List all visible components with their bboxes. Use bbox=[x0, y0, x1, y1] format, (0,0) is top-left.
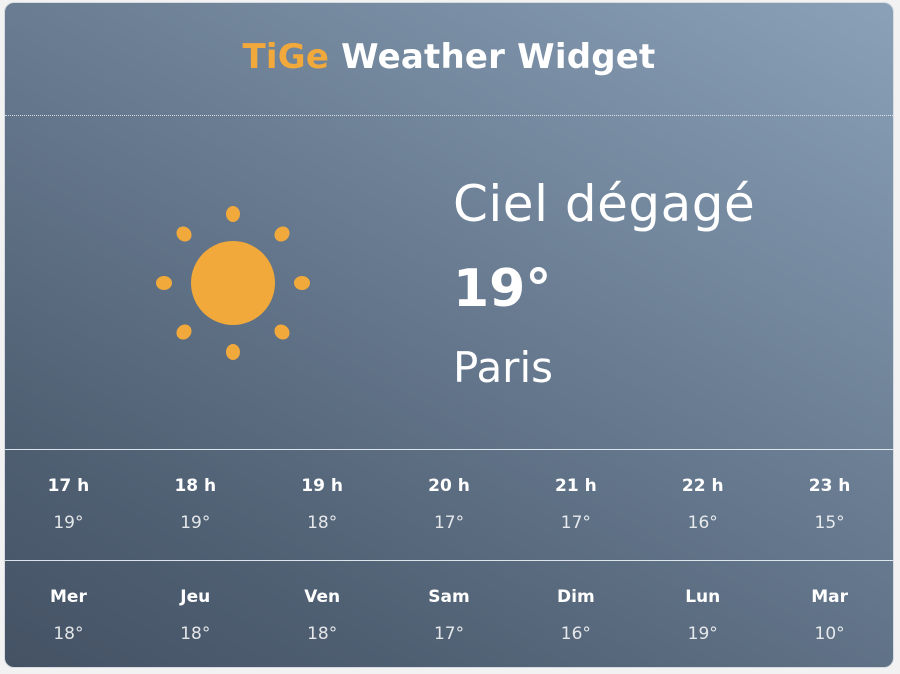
hour-label: 18 h bbox=[174, 476, 217, 496]
day-temp: 18° bbox=[53, 624, 84, 644]
hourly-item: 20 h 17° bbox=[386, 450, 513, 560]
day-label: Sam bbox=[428, 587, 470, 607]
hour-temp: 18° bbox=[307, 513, 338, 533]
hourly-item: 19 h 18° bbox=[259, 450, 386, 560]
hourly-item: 22 h 16° bbox=[639, 450, 766, 560]
hourly-item: 17 h 19° bbox=[5, 450, 132, 560]
city-name: Paris bbox=[453, 343, 553, 392]
daily-item: Ven 18° bbox=[259, 561, 386, 667]
day-temp: 19° bbox=[687, 624, 718, 644]
daily-item: Lun 19° bbox=[639, 561, 766, 667]
weather-condition: Ciel dégagé bbox=[453, 175, 756, 233]
hour-temp: 17° bbox=[433, 513, 465, 533]
day-temp: 16° bbox=[560, 624, 591, 644]
daily-item: Mer 18° bbox=[5, 561, 132, 667]
hourly-item: 23 h 15° bbox=[766, 450, 893, 560]
daily-item: Jeu 18° bbox=[132, 561, 259, 667]
daily-item: Sam 17° bbox=[386, 561, 513, 667]
widget-title-text: Weather Widget bbox=[341, 37, 656, 77]
hourly-forecast: 17 h 19° 18 h 19° 19 h 18° 20 h 17° 21 h… bbox=[5, 450, 893, 560]
day-temp: 17° bbox=[433, 624, 465, 644]
daily-forecast: Mer 18° Jeu 18° Ven 18° Sam 17° Dim 16° … bbox=[5, 561, 893, 667]
hour-temp: 17° bbox=[560, 513, 591, 533]
current-temperature: 19° bbox=[453, 259, 552, 319]
sun-icon bbox=[148, 198, 318, 368]
brand-name: TiGe bbox=[242, 37, 330, 77]
widget-header: TiGe Weather Widget bbox=[5, 3, 893, 116]
day-label: Mer bbox=[50, 587, 87, 607]
day-temp: 10° bbox=[814, 624, 845, 644]
day-label: Mar bbox=[811, 587, 848, 607]
day-temp: 18° bbox=[307, 624, 338, 644]
hour-label: 23 h bbox=[808, 476, 851, 496]
weather-widget: TiGe Weather Widget Ciel dégagé 19° Pari… bbox=[4, 2, 894, 668]
hourly-item: 18 h 19° bbox=[132, 450, 259, 560]
hour-temp: 16° bbox=[687, 513, 718, 533]
daily-item: Mar 10° bbox=[766, 561, 893, 667]
day-label: Jeu bbox=[180, 587, 211, 607]
hour-temp: 19° bbox=[53, 513, 84, 533]
day-temp: 18° bbox=[180, 624, 211, 644]
hour-label: 21 h bbox=[555, 476, 597, 496]
hour-label: 20 h bbox=[428, 476, 470, 496]
hourly-item: 21 h 17° bbox=[512, 450, 639, 560]
daily-item: Dim 16° bbox=[512, 561, 639, 667]
day-label: Dim bbox=[557, 587, 595, 607]
widget-title: TiGe Weather Widget bbox=[5, 37, 893, 77]
hour-label: 17 h bbox=[47, 476, 90, 496]
day-label: Ven bbox=[304, 587, 341, 607]
hour-label: 19 h bbox=[301, 476, 343, 496]
hour-temp: 19° bbox=[180, 513, 211, 533]
hour-label: 22 h bbox=[681, 476, 724, 496]
day-label: Lun bbox=[685, 587, 721, 607]
hour-temp: 15° bbox=[814, 513, 845, 533]
